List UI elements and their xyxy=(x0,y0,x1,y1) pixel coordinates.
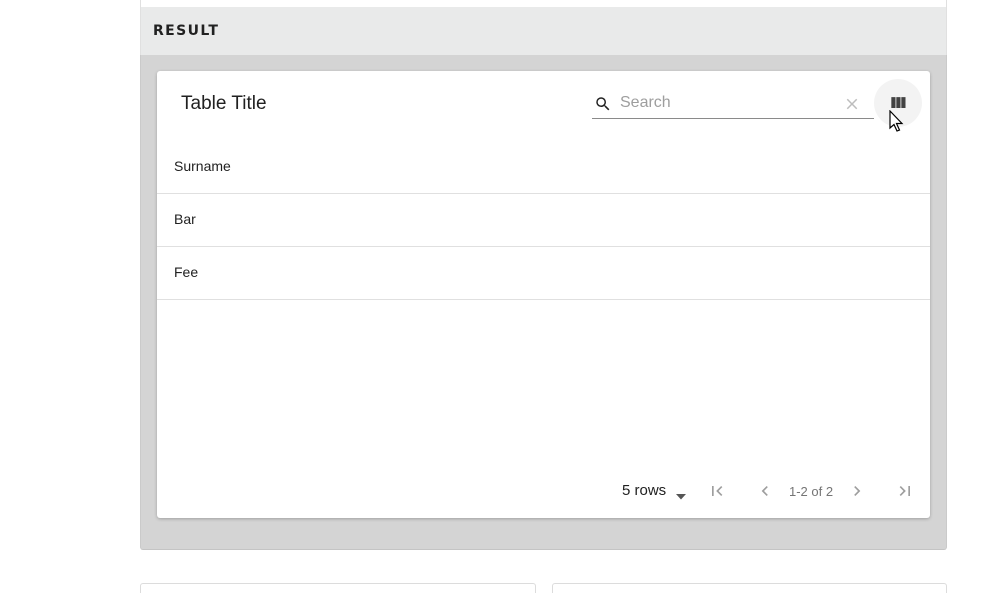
bottom-card-right xyxy=(552,583,947,593)
data-table: Surname Bar Fee xyxy=(157,141,930,300)
table-row[interactable]: Fee xyxy=(157,247,930,300)
result-section-body: Table Title Surname Bar Fee xyxy=(140,55,947,550)
result-section-title: RESULT xyxy=(153,23,220,39)
bottom-card-left xyxy=(140,583,536,593)
chevron-right-icon[interactable] xyxy=(847,481,867,501)
table-cell-surname: Bar xyxy=(174,211,196,227)
result-section-header: RESULT xyxy=(140,7,947,55)
clear-icon[interactable] xyxy=(843,95,861,113)
mouse-cursor-icon xyxy=(889,109,905,134)
table-card: Table Title Surname Bar Fee xyxy=(157,71,930,518)
search-field[interactable] xyxy=(592,89,874,119)
search-input[interactable] xyxy=(620,92,830,114)
column-header-surname[interactable]: Surname xyxy=(174,158,231,174)
pagination-range: 1-2 of 2 xyxy=(789,484,834,499)
chevron-left-icon[interactable] xyxy=(755,481,775,501)
arrow-drop-down-icon[interactable] xyxy=(675,488,687,500)
first-page-icon[interactable] xyxy=(707,481,727,501)
table-cell-surname: Fee xyxy=(174,264,199,280)
table-row[interactable]: Bar xyxy=(157,194,930,247)
pagination-bar: 5 rows 1-2 of 2 xyxy=(157,471,930,511)
table-header-row: Surname xyxy=(157,141,930,194)
top-strip xyxy=(140,0,947,7)
last-page-icon[interactable] xyxy=(895,481,915,501)
rows-per-page-select[interactable]: 5 rows xyxy=(622,482,666,499)
table-title: Table Title xyxy=(181,93,267,114)
search-icon xyxy=(594,95,612,113)
